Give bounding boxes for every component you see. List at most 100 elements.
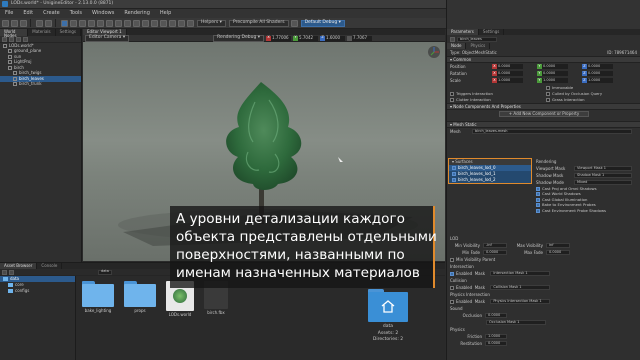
tab-materials[interactable]: Materials	[28, 29, 56, 36]
transform-z-field[interactable]: Z 0.0000	[582, 71, 613, 76]
restitution-field[interactable]: 0.0000	[485, 341, 507, 346]
precompile-shaders-button[interactable]: Precompile All Shaders	[228, 19, 289, 27]
surface-checkbox[interactable]	[452, 166, 456, 170]
physics-icon[interactable]	[169, 19, 176, 27]
rendering-row-field[interactable]: Viewport Mask 1	[574, 166, 632, 171]
play-icon[interactable]	[142, 19, 149, 27]
pivot-icon[interactable]	[106, 19, 113, 27]
debug-mode-dropdown[interactable]: Default Debug ▾	[300, 19, 345, 27]
surface-item[interactable]: birch_leaves_lod_2	[449, 177, 531, 183]
visualizer-icon[interactable]	[178, 19, 185, 27]
rendering-debug-dropdown[interactable]: Rendering Debug ▾	[213, 34, 265, 42]
node-visibility-icon[interactable]	[13, 76, 17, 81]
rendering-flag-checkbox[interactable]	[536, 208, 540, 213]
rendering-flag-checkbox[interactable]	[536, 197, 540, 202]
node-visibility-icon[interactable]	[8, 65, 12, 70]
rendering-flag-checkbox[interactable]	[536, 203, 540, 208]
tree-node[interactable]: birch_trunk	[0, 82, 81, 88]
coord-z[interactable]: Z 1.6000	[320, 35, 346, 41]
rendering-flag-checkbox[interactable]	[536, 186, 540, 191]
coord-x[interactable]: X 1.77006	[266, 35, 292, 41]
menu-help[interactable]: Help	[155, 11, 176, 16]
friction-field[interactable]: 1.0000	[485, 334, 507, 339]
surface-checkbox[interactable]	[452, 178, 456, 182]
intersection-enabled-checkbox[interactable]	[450, 271, 454, 276]
tab-physics[interactable]: Physics	[466, 43, 491, 49]
local-world-icon[interactable]	[115, 19, 122, 27]
node-visibility-icon[interactable]	[13, 71, 17, 76]
tab-world-nodes[interactable]: World Nodes	[0, 29, 29, 38]
node-visibility-icon[interactable]	[3, 43, 7, 48]
camera-dropdown[interactable]: Editor Camera ▾	[85, 34, 130, 42]
menu-edit[interactable]: Edit	[18, 11, 38, 16]
tab-node[interactable]: Node	[447, 43, 467, 49]
lod-min-field[interactable]: 0.0000	[483, 250, 507, 255]
menu-file[interactable]: File	[0, 11, 18, 16]
tab-parameters[interactable]: Parameters	[447, 29, 479, 35]
scale-tool-icon[interactable]	[88, 19, 95, 27]
menu-windows[interactable]: Windows	[87, 11, 119, 16]
node-visibility-icon[interactable]	[8, 54, 12, 59]
physics-intersection-enabled-checkbox[interactable]	[450, 299, 454, 304]
min-visibility-parent-checkbox[interactable]	[450, 257, 454, 262]
tab-settings[interactable]: Settings	[56, 29, 81, 36]
menu-create[interactable]: Create	[38, 11, 65, 16]
helpers-dropdown[interactable]: Helpers ▾	[197, 19, 226, 27]
flag-checkbox[interactable]	[546, 85, 550, 90]
mesh-section-header[interactable]: ▾ Mesh Static	[447, 121, 640, 128]
node-visibility-icon[interactable]	[8, 49, 12, 54]
physics-intersection-mask-field[interactable]: Physics Intersection Mask 1	[490, 299, 551, 304]
transform-z-field[interactable]: Z 1.0000	[582, 78, 613, 83]
camera-speed[interactable]: 7.7067	[347, 35, 373, 41]
mesh-field[interactable]: birch_leaves.mesh	[472, 129, 632, 134]
common-section-header[interactable]: ▾ Common	[447, 56, 640, 63]
new-icon[interactable]	[2, 19, 9, 27]
redo-icon[interactable]	[45, 19, 52, 27]
stop-icon[interactable]	[151, 19, 158, 27]
transform-y-field[interactable]: Y 0.0000	[537, 71, 568, 76]
occlusion-mask-field[interactable]: Occlusion Mask 1	[486, 320, 546, 325]
settings-icon[interactable]	[290, 19, 298, 27]
rendering-flag-checkbox[interactable]	[536, 192, 540, 197]
refresh-icon[interactable]	[9, 269, 14, 275]
rendering-row-field[interactable]: Mixed	[574, 180, 632, 185]
menu-tools[interactable]: Tools	[65, 11, 87, 16]
node-visibility-icon[interactable]	[8, 60, 12, 65]
surface-checkbox[interactable]	[452, 172, 456, 176]
rendering-row-field[interactable]: Shadow Mask 1	[574, 173, 632, 178]
open-icon[interactable]	[11, 19, 18, 27]
camera-icon[interactable]	[133, 19, 140, 27]
undo-icon[interactable]	[36, 19, 43, 27]
flag-checkbox[interactable]	[546, 97, 550, 102]
save-icon[interactable]	[20, 19, 27, 27]
tab-param-settings[interactable]: Settings	[479, 29, 505, 35]
lod-max-field[interactable]: inf	[546, 243, 570, 248]
coord-y[interactable]: Y 5.7042	[293, 35, 319, 41]
occlusion-field[interactable]: 0.0000	[485, 313, 507, 318]
snap-icon[interactable]	[97, 19, 104, 27]
flag-checkbox[interactable]	[450, 91, 454, 96]
collision-enabled-checkbox[interactable]	[450, 285, 454, 290]
delete-node-icon[interactable]	[16, 36, 21, 42]
transform-x-field[interactable]: X 0.0000	[492, 64, 523, 69]
lod-min-field[interactable]: -inf	[483, 243, 507, 248]
lighting-icon[interactable]	[160, 19, 167, 27]
move-tool-icon[interactable]	[70, 19, 77, 27]
transform-x-field[interactable]: X 0.0000	[492, 71, 523, 76]
flag-checkbox[interactable]	[546, 91, 550, 96]
asset-path[interactable]: data	[98, 269, 112, 275]
transform-z-field[interactable]: Z 0.0000	[582, 64, 613, 69]
components-section-header[interactable]: ▾ Node Components And Properties	[447, 103, 640, 110]
clone-node-icon[interactable]	[9, 36, 14, 42]
collision-mask-field[interactable]: Collision Mask 1	[490, 285, 551, 290]
select-tool-icon[interactable]	[61, 19, 68, 27]
transform-y-field[interactable]: Y 0.0000	[537, 64, 568, 69]
transform-x-field[interactable]: X 1.0000	[492, 78, 523, 83]
lod-max-field[interactable]: 0.0000	[546, 250, 570, 255]
flag-checkbox[interactable]	[450, 97, 454, 102]
filter-icon[interactable]	[23, 36, 28, 42]
add-component-button[interactable]: + Add New Component or Property	[499, 110, 589, 117]
asset-file[interactable]: bake_lighting	[82, 281, 114, 317]
node-name-field[interactable]: birch_leaves	[457, 37, 497, 42]
tab-console[interactable]: Console	[37, 263, 63, 269]
